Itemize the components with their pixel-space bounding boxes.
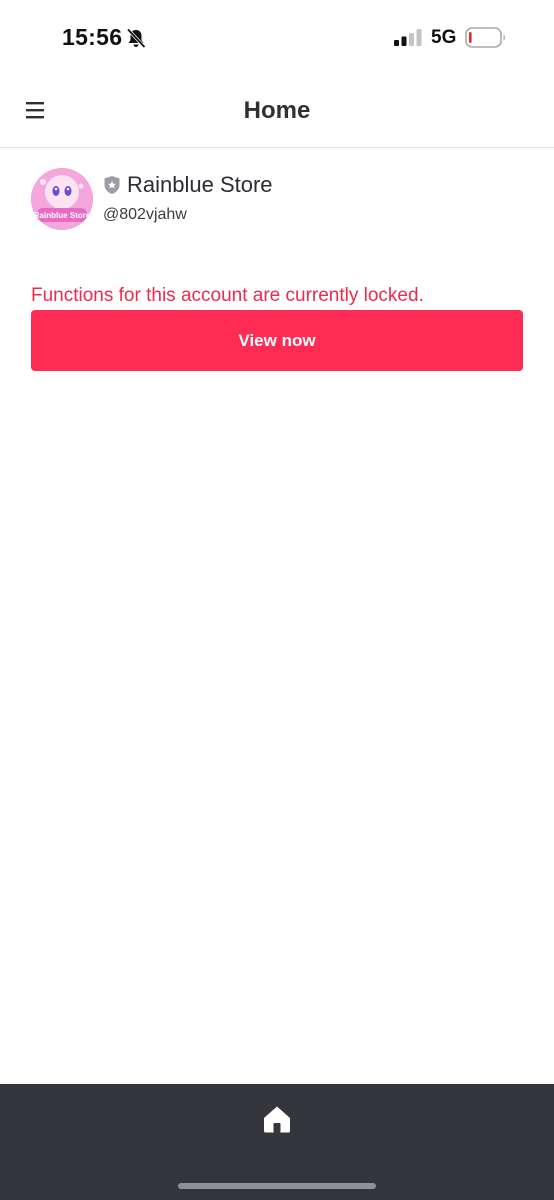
shield-icon <box>104 176 120 194</box>
status-time: 15:56 <box>62 24 123 50</box>
view-now-button[interactable]: View now <box>31 310 523 371</box>
screen: 15:56 5G Home Rainblue Store Rainblue St… <box>0 0 554 1200</box>
battery-low-icon <box>465 27 505 48</box>
page-title: Home <box>243 97 311 124</box>
bottom-tab-bar <box>0 1084 554 1200</box>
signal-icon <box>394 29 422 46</box>
bell-muted-icon <box>126 28 146 49</box>
store-handle: @802vjahw <box>103 206 187 223</box>
network-type: 5G <box>431 27 457 48</box>
home-indicator <box>178 1183 376 1189</box>
account-locked-message: Functions for this account are currently… <box>31 285 424 306</box>
home-icon[interactable] <box>262 1104 292 1134</box>
status-bar: 15:56 5G <box>0 0 554 76</box>
avatar-artwork: Rainblue Store <box>31 168 93 230</box>
avatar[interactable]: Rainblue Store <box>31 168 93 230</box>
avatar-text: Rainblue Store <box>34 211 91 220</box>
store-name[interactable]: Rainblue Store <box>127 172 273 198</box>
nav-bar: Home <box>0 76 554 148</box>
